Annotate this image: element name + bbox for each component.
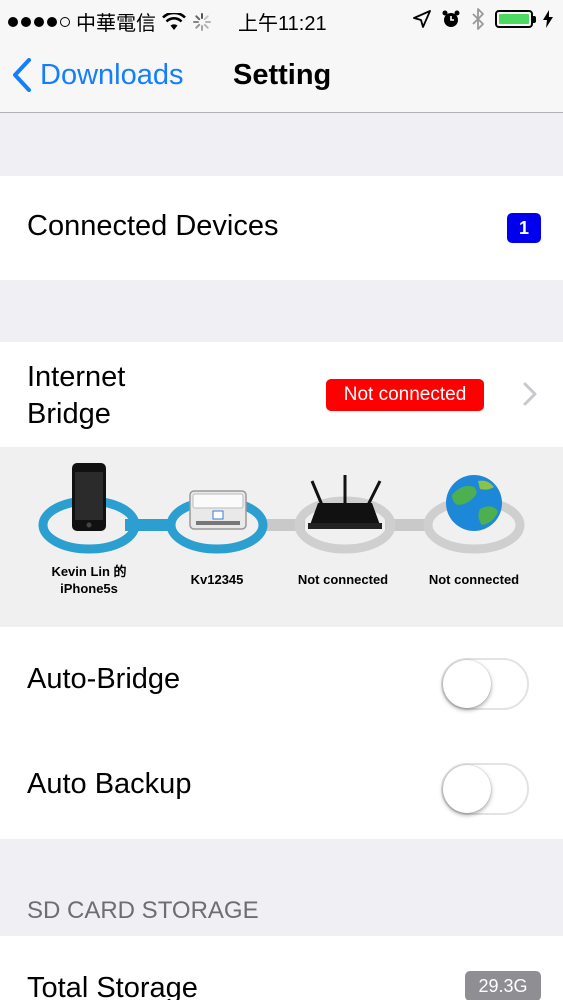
internet-bridge-label: Internet Bridge xyxy=(27,359,125,433)
bridge-status-badge: Not connected xyxy=(326,379,484,411)
signal-strength-icon xyxy=(8,16,70,27)
connected-devices-count-badge: 1 xyxy=(507,213,541,243)
back-button-label: Downloads xyxy=(40,58,184,91)
status-time: 上午11:21 xyxy=(238,13,327,35)
page-title: Setting xyxy=(233,59,332,91)
toggle-knob xyxy=(443,765,491,813)
chevron-right-icon xyxy=(523,382,537,406)
chevron-left-icon xyxy=(13,58,31,92)
total-storage-value-badge: 29.3G xyxy=(465,971,541,1000)
charging-bolt-icon xyxy=(543,10,553,28)
navigation-bar: Downloads Setting xyxy=(0,40,563,113)
auto-backup-label: Auto Backup xyxy=(27,768,192,800)
connection-diagram: Kevin Lin 的 iPhone5s Kv12345 Not connect… xyxy=(0,447,563,627)
carrier-name: 中華電信 xyxy=(76,13,156,35)
connection-diagram-graphic xyxy=(38,463,525,554)
internet-label: Not connected xyxy=(428,572,520,587)
auto-backup-toggle[interactable] xyxy=(441,763,529,815)
wifi-icon xyxy=(162,12,186,30)
status-bar: 中華電信 上午11:21 xyxy=(0,0,563,40)
device-label: Kv12345 xyxy=(190,572,244,587)
connected-devices-row[interactable]: Connected Devices 1 xyxy=(0,176,563,280)
internet-bridge-label-line1: Internet xyxy=(27,361,126,393)
iphone-icon xyxy=(72,463,106,531)
total-storage-row: Total Storage 29.3G xyxy=(0,936,563,1000)
activity-spinner-icon xyxy=(193,12,211,31)
sd-card-section-header: SD CARD STORAGE xyxy=(27,897,259,924)
router-label: Not connected xyxy=(297,572,389,587)
phone-label: Kevin Lin 的 iPhone5s xyxy=(37,563,141,597)
toggles-group: Auto-Bridge Auto Backup xyxy=(0,627,563,839)
phone-label-line1: Kevin Lin 的 xyxy=(51,564,127,579)
battery-icon xyxy=(495,10,536,28)
toggle-knob xyxy=(443,660,491,708)
internet-bridge-row[interactable]: Internet Bridge Not connected xyxy=(0,342,563,447)
internet-bridge-label-line2: Bridge xyxy=(27,398,111,430)
auto-bridge-label: Auto-Bridge xyxy=(27,663,181,695)
alarm-clock-icon xyxy=(442,10,460,27)
auto-bridge-toggle[interactable] xyxy=(441,658,529,710)
phone-label-line2: iPhone5s xyxy=(60,581,118,596)
connected-devices-label: Connected Devices xyxy=(27,210,279,242)
status-left: 中華電信 xyxy=(8,7,212,36)
storage-device-icon xyxy=(189,490,247,530)
bluetooth-icon xyxy=(472,8,484,30)
status-right xyxy=(413,8,553,30)
back-button[interactable]: Downloads xyxy=(12,58,183,92)
location-arrow-icon xyxy=(413,10,431,28)
globe-icon xyxy=(446,475,502,531)
total-storage-label: Total Storage xyxy=(27,972,198,1000)
